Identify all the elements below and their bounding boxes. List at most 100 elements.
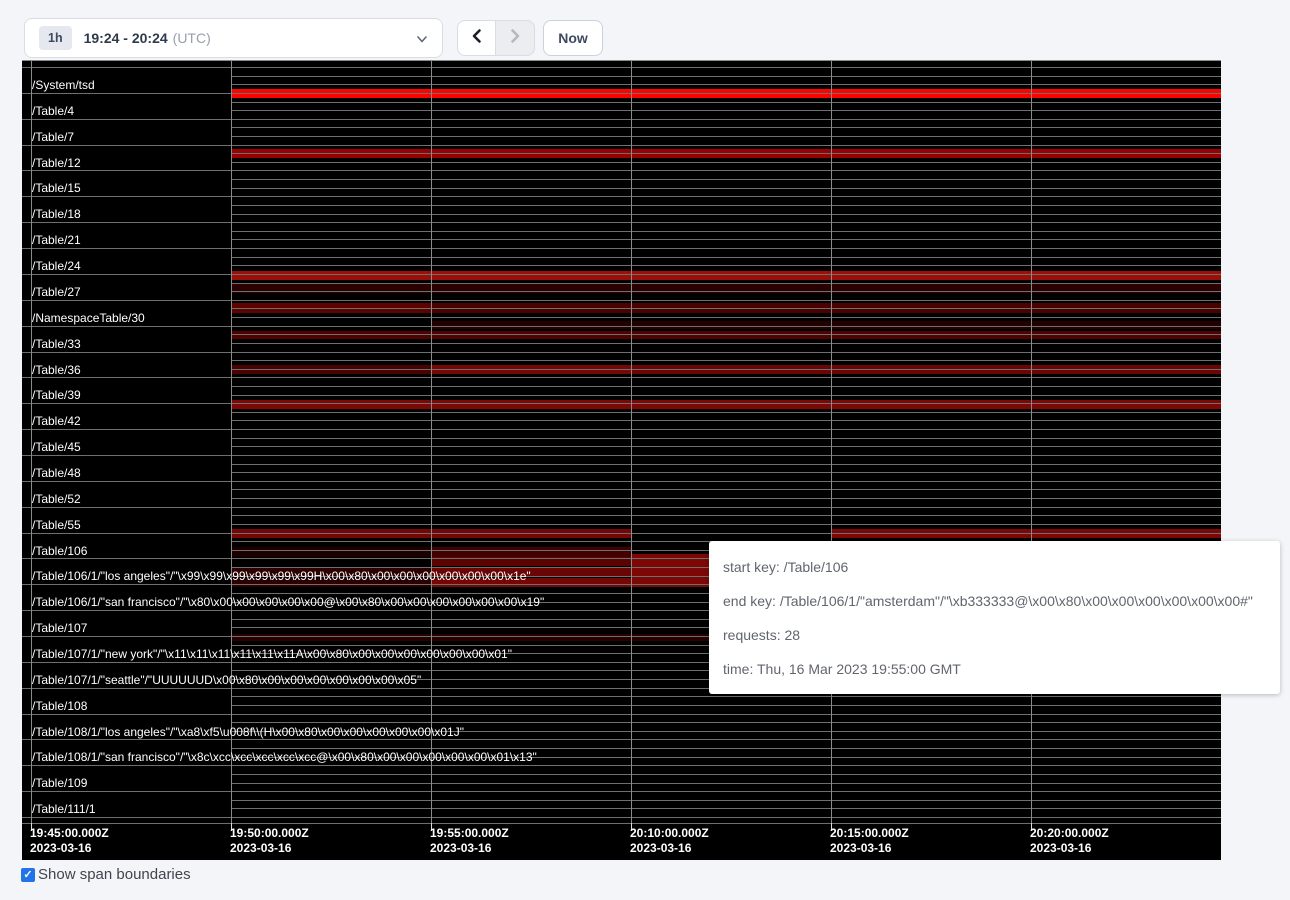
span-boundary-line: [231, 395, 1221, 396]
span-boundary-line: [231, 420, 1221, 421]
row-boundary-line: [22, 765, 231, 766]
span-boundary-line: [231, 334, 1221, 335]
row-boundary-line: [22, 610, 231, 611]
axis-time-label: 20:20:00.000Z: [1030, 826, 1109, 841]
span-boundary-line: [231, 205, 1221, 206]
axis-date-label: 2023-03-16: [30, 841, 91, 856]
now-button[interactable]: Now: [543, 20, 603, 56]
row-boundary-line: [22, 377, 231, 378]
span-boundary-line: [231, 455, 1221, 456]
utc-suffix: (UTC): [173, 30, 211, 46]
row-label: /Table/7: [32, 130, 74, 144]
span-boundary-line: [231, 317, 1221, 318]
span-boundary-line: [231, 93, 1221, 94]
row-label: /Table/12: [32, 156, 81, 170]
span-boundary-line: [231, 808, 1221, 809]
heat-band: [231, 400, 1221, 409]
span-boundaries-label: Show span boundaries: [38, 866, 191, 883]
span-boundary-line: [231, 283, 1221, 284]
span-boundary-line: [231, 248, 1221, 249]
row-boundary-line: [22, 326, 231, 327]
span-boundary-line: [231, 153, 1221, 154]
span-boundary-line: [231, 533, 1221, 534]
span-boundary-line: [231, 481, 1221, 482]
span-boundary-line: [231, 696, 1221, 697]
span-boundary-line: [231, 274, 1221, 275]
row-label: /Table/18: [32, 207, 81, 221]
span-boundary-line: [231, 498, 1221, 499]
row-boundary-line: [22, 558, 231, 559]
axis-time-label: 20:15:00.000Z: [830, 826, 909, 841]
heat-band: [431, 547, 631, 557]
axis-time-label: 20:10:00.000Z: [630, 826, 709, 841]
chevron-down-icon: [416, 32, 428, 50]
span-boundary-line: [231, 464, 1221, 465]
time-gridline: [1031, 61, 1032, 823]
tooltip-time: time: Thu, 16 Mar 2023 19:55:00 GMT: [723, 652, 1272, 686]
span-boundary-line: [231, 127, 1221, 128]
row-boundary-line: [22, 119, 231, 120]
span-boundary-line: [231, 231, 1221, 232]
next-interval-button[interactable]: [496, 20, 535, 56]
span-boundary-line: [231, 446, 1221, 447]
time-range-selector[interactable]: 1h 19:24 - 20:24 (UTC): [24, 18, 443, 58]
duration-badge: 1h: [39, 26, 72, 50]
span-boundary-line: [231, 239, 1221, 240]
span-boundary-line: [231, 489, 1221, 490]
row-label: /Table/48: [32, 466, 81, 480]
row-label: /Table/107/1/"seattle"/"UUUUUUD\x00\x80\…: [32, 673, 421, 687]
footer: ✓ Show span boundaries: [21, 866, 191, 883]
span-boundaries-checkbox[interactable]: ✓: [21, 868, 35, 882]
span-boundary-line: [231, 817, 1221, 818]
span-boundary-line: [231, 386, 1221, 387]
row-boundary-line: [22, 455, 231, 456]
row-label: /System/tsd: [32, 78, 95, 92]
span-boundary-line: [231, 783, 1221, 784]
row-label: /Table/45: [32, 440, 81, 454]
time-gridline: [631, 61, 632, 823]
chevron-right-icon: [508, 28, 522, 49]
span-boundary-line: [231, 369, 1221, 370]
row-label: /Table/39: [32, 388, 81, 402]
axis-boundary-line: [22, 823, 1221, 824]
span-boundary-line: [231, 360, 1221, 361]
span-boundary-line: [231, 800, 1221, 801]
heat-band: [231, 271, 1221, 280]
span-boundary-line: [231, 507, 1221, 508]
span-boundary-line: [231, 265, 1221, 266]
span-boundary-line: [231, 257, 1221, 258]
span-boundary-line: [231, 326, 1221, 327]
span-boundary-line: [231, 84, 1221, 85]
row-label: /Table/21: [32, 233, 81, 247]
span-boundary-line: [231, 352, 1221, 353]
row-boundary-line: [22, 688, 231, 689]
row-boundary-line: [22, 352, 231, 353]
tooltip-start-key: start key: /Table/106: [723, 550, 1272, 584]
span-boundary-line: [231, 300, 1221, 301]
span-boundary-line: [231, 170, 1221, 171]
axis-date-label: 2023-03-16: [230, 841, 291, 856]
row-label: /Table/108/1/"san francisco"/"\x8c\xcc\x…: [32, 750, 537, 764]
span-boundary-line: [231, 377, 1221, 378]
prev-interval-button[interactable]: [457, 20, 496, 56]
row-label: /Table/42: [32, 414, 81, 428]
axis-time-label: 19:45:00.000Z: [30, 826, 109, 841]
span-boundary-line: [231, 110, 1221, 111]
span-boundary-line: [231, 714, 1221, 715]
row-boundary-line: [22, 791, 231, 792]
axis-time-label: 19:50:00.000Z: [230, 826, 309, 841]
row-label: /Table/107: [32, 621, 87, 635]
row-label: /Table/36: [32, 363, 81, 377]
span-boundary-line: [231, 739, 1221, 740]
time-gridline: [231, 61, 232, 823]
row-boundary-line: [22, 274, 231, 275]
span-boundary-line: [231, 76, 1221, 77]
toolbar: 1h 19:24 - 20:24 (UTC) Now: [0, 0, 1290, 60]
heat-band: [231, 547, 431, 557]
key-visualizer-heatmap[interactable]: 19:45:00.000Z2023-03-1619:50:00.000Z2023…: [22, 60, 1221, 860]
span-boundary-line: [231, 102, 1221, 103]
span-boundary-line: [231, 705, 1221, 706]
row-boundary-line: [22, 196, 231, 197]
span-boundary-line: [231, 412, 1221, 413]
row-label: /NamespaceTable/30: [32, 311, 145, 325]
